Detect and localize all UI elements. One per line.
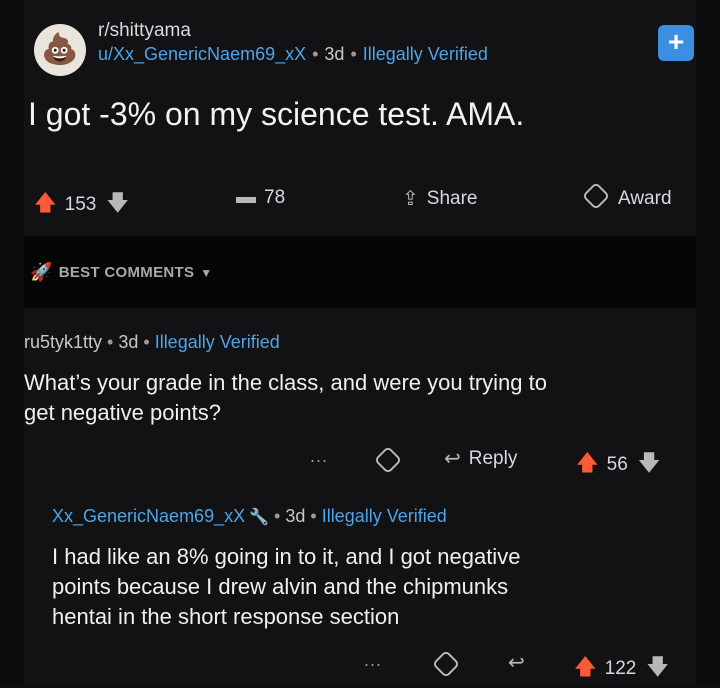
post-title[interactable]: I got -3% on my science test. AMA.: [28, 96, 524, 133]
upvote-icon[interactable]: 🡅: [576, 446, 599, 484]
reply-action-bar: ... ↩ 🡅 122 🡇: [24, 646, 696, 680]
comment-body: What’s your grade in the class, and were…: [24, 368, 694, 428]
comment-action-bar: ... ↩ Reply 🡅 56 🡇: [24, 442, 696, 476]
reply-author[interactable]: Xx_GenericNaem69_xX: [52, 506, 245, 526]
comment-line: get negative points?: [24, 400, 221, 425]
share-label: Share: [426, 187, 478, 209]
comments-button[interactable]: ▬ 78: [236, 186, 285, 209]
award-button[interactable]: [431, 649, 461, 679]
upvote-icon[interactable]: 🡅: [34, 186, 57, 224]
reply-vote-group: 🡅 122 🡇: [574, 650, 669, 688]
post-time: 3d: [324, 44, 345, 64]
post-flair: Illegally Verified: [362, 44, 488, 64]
post-action-bar: 🡅 153 🡇 ▬ 78 ⇪ Share Award: [24, 180, 696, 218]
reply-line: points because I drew alvin and the chip…: [52, 574, 509, 599]
reply-score: 122: [604, 658, 637, 679]
rocket-icon: 🚀: [30, 262, 53, 282]
share-button[interactable]: ⇪ Share: [402, 186, 477, 211]
comment-line: What’s your grade in the class, and were…: [24, 370, 547, 395]
comment-meta: ru5tyk1tty • 3d • Illegally Verified: [24, 332, 280, 352]
award-icon: [581, 181, 611, 212]
vote-group: 🡅 153 🡇: [34, 186, 129, 224]
post-author[interactable]: u/Xx_GenericNaem69_xX: [98, 44, 306, 64]
reply-time: 3d: [285, 506, 306, 526]
post-meta: u/Xx_GenericNaem69_xX • 3d • Illegally Verif…: [98, 44, 488, 64]
post-container: 💩 r/shittyama u/Xx_GenericNaem69_xX • 3d • I…: [24, 0, 696, 686]
award-icon: [373, 445, 403, 475]
reply-icon: ↩: [444, 448, 461, 470]
comment-count: 78: [264, 186, 286, 208]
more-options-icon[interactable]: ...: [310, 446, 328, 467]
reply-icon: ↩: [508, 652, 525, 674]
comment-author[interactable]: ru5tyk1tty: [24, 332, 102, 352]
more-options-icon[interactable]: ...: [364, 650, 382, 671]
downvote-icon[interactable]: 🡇: [106, 186, 129, 224]
comment-score: 56: [606, 454, 628, 475]
reply-button[interactable]: ↩ Reply: [444, 446, 517, 471]
subreddit-name[interactable]: r/shittyama: [98, 20, 191, 42]
reply-flair: Illegally Verified: [321, 506, 447, 526]
join-button[interactable]: +: [658, 25, 694, 61]
reply-body: I had like an 8% going in to it, and I g…: [52, 542, 692, 632]
comment-flair: Illegally Verified: [154, 332, 280, 352]
reply-meta: Xx_GenericNaem69_xX 🔧 • 3d • Illegally Verifi…: [52, 506, 447, 526]
mod-wrench-icon: 🔧: [249, 509, 270, 526]
screen-frame: 💩 r/shittyama u/Xx_GenericNaem69_xX • 3d • I…: [0, 0, 720, 686]
award-label: Award: [618, 188, 672, 209]
post-score: 153: [64, 194, 97, 215]
downvote-icon[interactable]: 🡇: [646, 650, 669, 688]
reply-line: hentai in the short response section: [52, 604, 400, 629]
upvote-icon[interactable]: 🡅: [574, 650, 597, 688]
comment-bubble-icon: ▬: [236, 186, 256, 208]
downvote-icon[interactable]: 🡇: [638, 446, 661, 484]
award-button[interactable]: Award: [581, 181, 672, 212]
award-icon: [431, 649, 461, 679]
reply-button[interactable]: ↩: [508, 650, 533, 675]
sort-dropdown[interactable]: 🚀 BEST COMMENTS ▼: [30, 262, 212, 283]
sort-label: BEST COMMENTS: [58, 264, 195, 281]
chevron-down-icon: ▼: [200, 265, 213, 280]
award-button[interactable]: [373, 445, 403, 475]
comment-vote-group: 🡅 56 🡇: [576, 446, 660, 484]
poop-icon: 💩: [41, 33, 79, 66]
subreddit-avatar[interactable]: 💩: [34, 24, 86, 76]
reply-line: I had like an 8% going in to it, and I g…: [52, 544, 521, 569]
reply-label: Reply: [468, 447, 518, 469]
comment-time: 3d: [118, 332, 139, 352]
share-icon: ⇪: [402, 188, 419, 210]
